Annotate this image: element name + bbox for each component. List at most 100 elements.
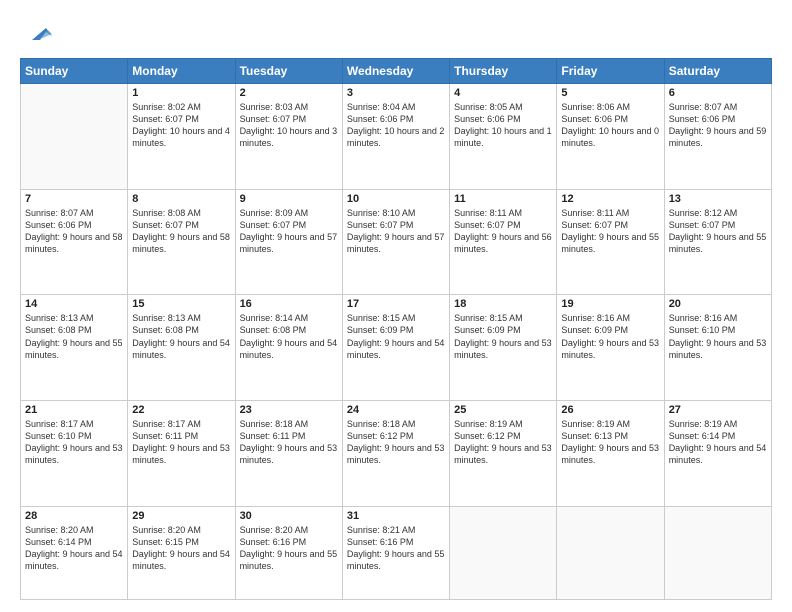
day-number: 31 <box>347 510 445 522</box>
day-info: Sunrise: 8:12 AMSunset: 6:07 PMDaylight:… <box>669 207 767 256</box>
calendar-cell: 7 Sunrise: 8:07 AMSunset: 6:06 PMDaylight… <box>21 189 128 295</box>
day-info: Sunrise: 8:09 AMSunset: 6:07 PMDaylight:… <box>240 207 338 256</box>
calendar-cell: 5 Sunrise: 8:06 AMSunset: 6:06 PMDaylight… <box>557 84 664 190</box>
day-header-monday: Monday <box>128 59 235 84</box>
day-number: 24 <box>347 404 445 416</box>
day-header-saturday: Saturday <box>664 59 771 84</box>
day-info: Sunrise: 8:16 AMSunset: 6:09 PMDaylight:… <box>561 312 659 361</box>
calendar-cell <box>664 506 771 599</box>
day-number: 1 <box>132 87 230 99</box>
calendar-cell: 14Sunrise: 8:13 AMSunset: 6:08 PMDayligh… <box>21 295 128 401</box>
day-info: Sunrise: 8:20 AMSunset: 6:14 PMDaylight:… <box>25 524 123 573</box>
day-number: 28 <box>25 510 123 522</box>
day-number: 18 <box>454 298 552 310</box>
calendar-cell: 25 Sunrise: 8:19 AMSunset: 6:12 PMDayligh… <box>450 401 557 507</box>
calendar-cell: 1 Sunrise: 8:02 AMSunset: 6:07 PMDaylight… <box>128 84 235 190</box>
calendar-header-row: SundayMondayTuesdayWednesdayThursdayFrid… <box>21 59 772 84</box>
calendar-cell: 22Sunrise: 8:17 AMSunset: 6:11 PMDayligh… <box>128 401 235 507</box>
day-info: Sunrise: 8:07 AMSunset: 6:06 PMDaylight:… <box>25 207 123 256</box>
calendar-week-5: 28 Sunrise: 8:20 AMSunset: 6:14 PMDayligh… <box>21 506 772 599</box>
calendar-cell: 28 Sunrise: 8:20 AMSunset: 6:14 PMDayligh… <box>21 506 128 599</box>
day-number: 5 <box>561 87 659 99</box>
calendar-cell <box>450 506 557 599</box>
day-number: 7 <box>25 193 123 205</box>
calendar-cell: 8 Sunrise: 8:08 AMSunset: 6:07 PMDaylight… <box>128 189 235 295</box>
day-header-thursday: Thursday <box>450 59 557 84</box>
day-number: 14 <box>25 298 123 310</box>
day-number: 16 <box>240 298 338 310</box>
day-number: 2 <box>240 87 338 99</box>
calendar-cell: 6Sunrise: 8:07 AMSunset: 6:06 PMDaylight… <box>664 84 771 190</box>
day-info: Sunrise: 8:17 AMSunset: 6:10 PMDaylight:… <box>25 418 123 467</box>
calendar-cell: 11 Sunrise: 8:11 AMSunset: 6:07 PMDayligh… <box>450 189 557 295</box>
day-number: 17 <box>347 298 445 310</box>
day-info: Sunrise: 8:20 AMSunset: 6:16 PMDaylight:… <box>240 524 338 573</box>
day-number: 22 <box>132 404 230 416</box>
day-number: 27 <box>669 404 767 416</box>
calendar-week-4: 21 Sunrise: 8:17 AMSunset: 6:10 PMDayligh… <box>21 401 772 507</box>
day-header-friday: Friday <box>557 59 664 84</box>
calendar-cell: 2 Sunrise: 8:03 AMSunset: 6:07 PMDaylight… <box>235 84 342 190</box>
day-info: Sunrise: 8:04 AMSunset: 6:06 PMDaylight:… <box>347 101 445 150</box>
calendar-cell: 24 Sunrise: 8:18 AMSunset: 6:12 PMDayligh… <box>342 401 449 507</box>
calendar-table: SundayMondayTuesdayWednesdayThursdayFrid… <box>20 58 772 600</box>
day-info: Sunrise: 8:05 AMSunset: 6:06 PMDaylight:… <box>454 101 552 150</box>
calendar-cell: 16 Sunrise: 8:14 AMSunset: 6:08 PMDayligh… <box>235 295 342 401</box>
calendar-week-1: 1 Sunrise: 8:02 AMSunset: 6:07 PMDaylight… <box>21 84 772 190</box>
calendar-cell: 10Sunrise: 8:10 AMSunset: 6:07 PMDayligh… <box>342 189 449 295</box>
day-info: Sunrise: 8:06 AMSunset: 6:06 PMDaylight:… <box>561 101 659 150</box>
calendar-cell: 23 Sunrise: 8:18 AMSunset: 6:11 PMDayligh… <box>235 401 342 507</box>
day-number: 13 <box>669 193 767 205</box>
calendar-cell: 31 Sunrise: 8:21 AMSunset: 6:16 PMDayligh… <box>342 506 449 599</box>
day-number: 8 <box>132 193 230 205</box>
day-info: Sunrise: 8:03 AMSunset: 6:07 PMDaylight:… <box>240 101 338 150</box>
day-info: Sunrise: 8:08 AMSunset: 6:07 PMDaylight:… <box>132 207 230 256</box>
logo <box>20 18 54 48</box>
day-info: Sunrise: 8:18 AMSunset: 6:12 PMDaylight:… <box>347 418 445 467</box>
day-number: 10 <box>347 193 445 205</box>
day-info: Sunrise: 8:15 AMSunset: 6:09 PMDaylight:… <box>347 312 445 361</box>
calendar-cell: 29Sunrise: 8:20 AMSunset: 6:15 PMDayligh… <box>128 506 235 599</box>
calendar-cell: 18Sunrise: 8:15 AMSunset: 6:09 PMDayligh… <box>450 295 557 401</box>
day-number: 11 <box>454 193 552 205</box>
calendar-cell: 15Sunrise: 8:13 AMSunset: 6:08 PMDayligh… <box>128 295 235 401</box>
day-number: 12 <box>561 193 659 205</box>
day-header-sunday: Sunday <box>21 59 128 84</box>
day-info: Sunrise: 8:19 AMSunset: 6:13 PMDaylight:… <box>561 418 659 467</box>
calendar-cell <box>21 84 128 190</box>
calendar-cell: 19 Sunrise: 8:16 AMSunset: 6:09 PMDayligh… <box>557 295 664 401</box>
day-number: 19 <box>561 298 659 310</box>
day-number: 23 <box>240 404 338 416</box>
day-info: Sunrise: 8:21 AMSunset: 6:16 PMDaylight:… <box>347 524 445 573</box>
day-info: Sunrise: 8:14 AMSunset: 6:08 PMDaylight:… <box>240 312 338 361</box>
day-info: Sunrise: 8:11 AMSunset: 6:07 PMDaylight:… <box>561 207 659 256</box>
calendar-cell: 26Sunrise: 8:19 AMSunset: 6:13 PMDayligh… <box>557 401 664 507</box>
day-number: 25 <box>454 404 552 416</box>
day-number: 6 <box>669 87 767 99</box>
calendar-cell: 4 Sunrise: 8:05 AMSunset: 6:06 PMDaylight… <box>450 84 557 190</box>
calendar-cell: 3 Sunrise: 8:04 AMSunset: 6:06 PMDaylight… <box>342 84 449 190</box>
calendar-cell: 30 Sunrise: 8:20 AMSunset: 6:16 PMDayligh… <box>235 506 342 599</box>
day-number: 15 <box>132 298 230 310</box>
day-info: Sunrise: 8:18 AMSunset: 6:11 PMDaylight:… <box>240 418 338 467</box>
day-number: 4 <box>454 87 552 99</box>
calendar-cell: 13 Sunrise: 8:12 AMSunset: 6:07 PMDayligh… <box>664 189 771 295</box>
day-header-tuesday: Tuesday <box>235 59 342 84</box>
day-number: 21 <box>25 404 123 416</box>
day-header-wednesday: Wednesday <box>342 59 449 84</box>
day-info: Sunrise: 8:02 AMSunset: 6:07 PMDaylight:… <box>132 101 230 150</box>
calendar-cell: 27Sunrise: 8:19 AMSunset: 6:14 PMDayligh… <box>664 401 771 507</box>
calendar-week-3: 14Sunrise: 8:13 AMSunset: 6:08 PMDayligh… <box>21 295 772 401</box>
day-info: Sunrise: 8:11 AMSunset: 6:07 PMDaylight:… <box>454 207 552 256</box>
day-info: Sunrise: 8:16 AMSunset: 6:10 PMDaylight:… <box>669 312 767 361</box>
day-number: 3 <box>347 87 445 99</box>
calendar-cell <box>557 506 664 599</box>
calendar-cell: 21 Sunrise: 8:17 AMSunset: 6:10 PMDayligh… <box>21 401 128 507</box>
day-number: 20 <box>669 298 767 310</box>
day-number: 30 <box>240 510 338 522</box>
logo-icon <box>24 18 54 48</box>
day-number: 9 <box>240 193 338 205</box>
day-info: Sunrise: 8:19 AMSunset: 6:12 PMDaylight:… <box>454 418 552 467</box>
calendar-page: SundayMondayTuesdayWednesdayThursdayFrid… <box>0 0 792 612</box>
calendar-cell: 9 Sunrise: 8:09 AMSunset: 6:07 PMDaylight… <box>235 189 342 295</box>
